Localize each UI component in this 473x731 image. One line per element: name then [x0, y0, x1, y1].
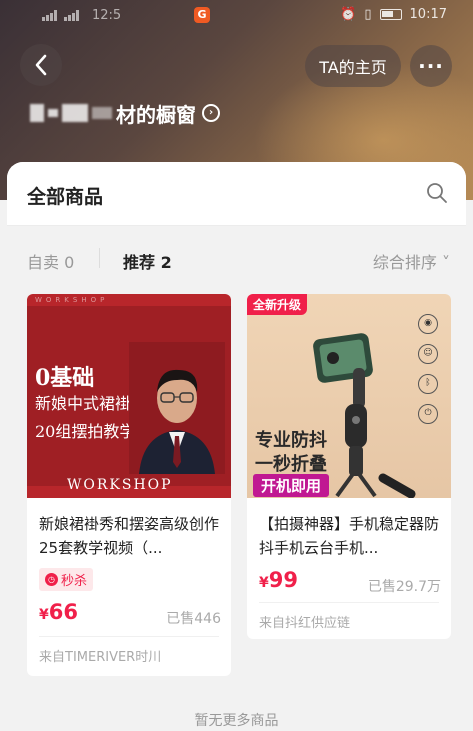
clock-icon: ◷: [45, 573, 58, 586]
filter-row: 自卖 0 推荐 2 综合排序 ˅: [7, 226, 466, 290]
search-icon[interactable]: [426, 182, 448, 204]
status-left: 12:5: [42, 8, 121, 23]
store-title[interactable]: 材的橱窗 ›: [30, 98, 220, 128]
more-dots-icon: ···: [418, 54, 444, 78]
auto-track-icon: ◉: [418, 314, 438, 334]
more-button[interactable]: ···: [410, 45, 452, 87]
product-price: ¥66: [39, 600, 78, 624]
thumb-footer-text: WORKSHOP: [67, 477, 173, 493]
sold-count: 已售29.7万: [367, 579, 441, 595]
thumb-topline: WORKSHOP: [35, 296, 109, 304]
person-track-icon: ☺: [418, 344, 438, 364]
panel-title: 全部商品: [27, 186, 104, 208]
card-separator: [259, 602, 439, 603]
new-upgrade-badge: 全新升级: [247, 294, 308, 315]
product-source[interactable]: 来自抖红供应链: [259, 612, 350, 631]
power-icon: ⏻: [418, 404, 438, 424]
thumb-headline-2: 一秒折叠: [255, 454, 327, 475]
product-card[interactable]: 全新升级 ◉ ☺ ᛒ ⏻ 专业防抖 一秒折叠 开机即用 【拍摄神器】手机稳定器防…: [247, 294, 451, 639]
product-name: 【拍摄神器】手机稳定器防抖手机云台手机...: [259, 515, 440, 557]
alarm-icon: ⏰: [340, 7, 357, 22]
back-button[interactable]: [20, 44, 62, 86]
sold-count: 已售446: [166, 611, 221, 627]
flash-sale-label: 秒杀: [61, 574, 88, 589]
product-name: 新娘裙褂秀和摆姿高级创作25套教学视频（...: [39, 515, 220, 557]
vibrate-icon: ▯: [364, 7, 372, 22]
app-notification-icon: G: [194, 7, 210, 23]
chevron-right-circle-icon: ›: [202, 104, 220, 122]
product-thumbnail: 全新升级 ◉ ☺ ᛒ ⏻ 专业防抖 一秒折叠 开机即用: [247, 294, 451, 498]
battery-icon: [379, 9, 402, 20]
card-separator: [39, 636, 219, 637]
tab-recommended[interactable]: 推荐 2: [123, 249, 172, 273]
blurred-name-block: [92, 107, 112, 119]
product-source[interactable]: 来自TIMERIVER时川: [39, 646, 161, 665]
tab-divider: [99, 248, 100, 268]
store-title-text: 材的橱窗: [116, 102, 196, 127]
feature-icons: ◉ ☺ ᛒ ⏻: [413, 314, 443, 426]
product-price: ¥99: [259, 568, 298, 592]
ta-home-button[interactable]: TA的主页: [305, 45, 401, 87]
sort-dropdown[interactable]: 综合排序 ˅: [373, 249, 450, 273]
no-more-items-text: 暂无更多商品: [194, 713, 279, 729]
product-panel: 全部商品 自卖 0 推荐 2 综合排序 ˅ WORKSHOP 0基础 新娘中式裙…: [7, 162, 466, 731]
instructor-portrait: [129, 342, 225, 474]
product-card[interactable]: WORKSHOP 0基础 新娘中式裙褂 20组摆拍教学 WORKSHOP 新娘裙…: [27, 294, 231, 676]
status-bar: 12:5 G ⏰ ▯ 10:17: [0, 0, 473, 32]
currency-symbol: ¥: [39, 607, 49, 623]
chevron-left-icon: [35, 54, 47, 76]
tab-self-sold[interactable]: 自卖 0: [27, 249, 74, 273]
signal-icon-2: [64, 10, 79, 21]
thumb-headline-2: 新娘中式裙褂: [35, 394, 132, 413]
blurred-name-block: [62, 104, 88, 122]
product-thumbnail: WORKSHOP 0基础 新娘中式裙褂 20组摆拍教学 WORKSHOP: [27, 294, 231, 498]
signal-icon: [42, 10, 57, 21]
panel-header: 全部商品: [7, 162, 466, 226]
status-right: ⏰ ▯ 10:17: [340, 7, 447, 22]
thumb-headline-1: 专业防抖: [255, 430, 327, 451]
flash-sale-tag: ◷ 秒杀: [39, 568, 94, 591]
status-left-time: 12:5: [92, 8, 122, 23]
status-time: 10:17: [409, 7, 447, 22]
currency-symbol: ¥: [259, 575, 269, 591]
thumb-headline-3: 20组摆拍教学: [35, 422, 136, 441]
price-value: 66: [48, 600, 78, 624]
thumb-headline-3: 开机即用: [253, 474, 330, 497]
blurred-name-block: [48, 109, 58, 117]
price-value: 99: [268, 568, 298, 592]
blurred-name-block: [30, 104, 44, 122]
bluetooth-icon: ᛒ: [418, 374, 438, 394]
thumb-headline-1: 0基础: [35, 365, 95, 391]
